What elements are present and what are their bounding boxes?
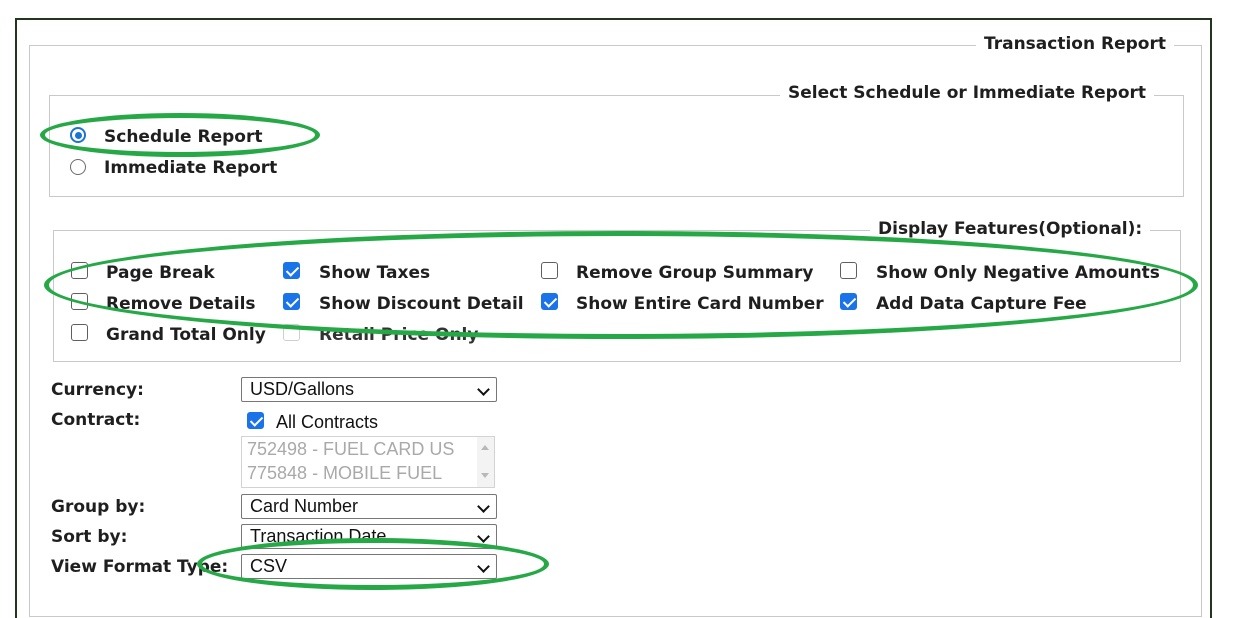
- group-by-label: Group by:: [51, 497, 146, 517]
- schedule-report-label[interactable]: Schedule Report: [104, 127, 262, 147]
- currency-select[interactable]: USD/Gallons: [241, 377, 497, 402]
- contract-label: Contract:: [51, 410, 141, 430]
- show-taxes-checkbox[interactable]: [283, 262, 300, 279]
- retail-price-only-label[interactable]: Retail Price Only: [319, 325, 478, 345]
- transaction-report-legend: Transaction Report: [976, 34, 1174, 54]
- add-data-capture-fee-label[interactable]: Add Data Capture Fee: [876, 294, 1087, 314]
- immediate-report-label[interactable]: Immediate Report: [104, 158, 277, 178]
- show-taxes-label[interactable]: Show Taxes: [319, 263, 430, 283]
- chevron-down-icon: [477, 560, 490, 573]
- view-format-select-value: CSV: [250, 556, 288, 576]
- chevron-down-icon: [477, 383, 490, 396]
- group-by-select-value: Card Number: [250, 496, 359, 516]
- scroll-down-arrow-icon[interactable]: [481, 473, 489, 478]
- add-data-capture-fee-checkbox[interactable]: [840, 293, 857, 310]
- all-contracts-label[interactable]: All Contracts: [276, 412, 378, 433]
- show-discount-detail-label[interactable]: Show Discount Detail: [319, 294, 524, 314]
- retail-price-only-checkbox[interactable]: [283, 324, 300, 341]
- show-entire-card-number-checkbox[interactable]: [541, 293, 558, 310]
- sort-by-label: Sort by:: [51, 527, 128, 547]
- show-only-negative-amounts-checkbox[interactable]: [840, 262, 857, 279]
- grand-total-only-checkbox[interactable]: [71, 324, 88, 341]
- schedule-legend: Select Schedule or Immediate Report: [780, 83, 1155, 103]
- show-discount-detail-checkbox[interactable]: [283, 293, 300, 310]
- listbox-scrollbar[interactable]: [477, 437, 494, 487]
- contract-option[interactable]: 752498 - FUEL CARD US: [242, 437, 494, 461]
- currency-select-value: USD/Gallons: [250, 379, 355, 399]
- remove-details-label[interactable]: Remove Details: [106, 294, 256, 314]
- display-features-legend: Display Features(Optional):: [870, 219, 1151, 239]
- show-only-negative-amounts-label[interactable]: Show Only Negative Amounts: [876, 263, 1160, 283]
- scroll-up-arrow-icon[interactable]: [481, 445, 489, 450]
- view-format-select[interactable]: CSV: [241, 554, 497, 579]
- grand-total-only-label[interactable]: Grand Total Only: [106, 325, 266, 345]
- page-break-label[interactable]: Page Break: [106, 263, 215, 283]
- schedule-report-radio[interactable]: [70, 127, 86, 143]
- view-format-label: View Format Type:: [51, 557, 229, 577]
- page-break-checkbox[interactable]: [71, 262, 88, 279]
- currency-label: Currency:: [51, 380, 144, 400]
- remove-details-checkbox[interactable]: [71, 293, 88, 310]
- chevron-down-icon: [477, 500, 490, 513]
- sort-by-select-value: Transaction Date: [250, 526, 387, 546]
- remove-group-summary-checkbox[interactable]: [541, 262, 558, 279]
- sort-by-select[interactable]: Transaction Date: [241, 524, 497, 549]
- chevron-down-icon: [477, 530, 490, 543]
- group-by-select[interactable]: Card Number: [241, 494, 497, 519]
- contract-listbox[interactable]: 752498 - FUEL CARD US 775848 - MOBILE FU…: [241, 436, 495, 488]
- contract-option[interactable]: 775848 - MOBILE FUEL: [242, 461, 494, 485]
- show-entire-card-number-label[interactable]: Show Entire Card Number: [576, 294, 824, 314]
- immediate-report-radio[interactable]: [70, 159, 86, 175]
- remove-group-summary-label[interactable]: Remove Group Summary: [576, 263, 813, 283]
- all-contracts-checkbox[interactable]: [247, 412, 264, 429]
